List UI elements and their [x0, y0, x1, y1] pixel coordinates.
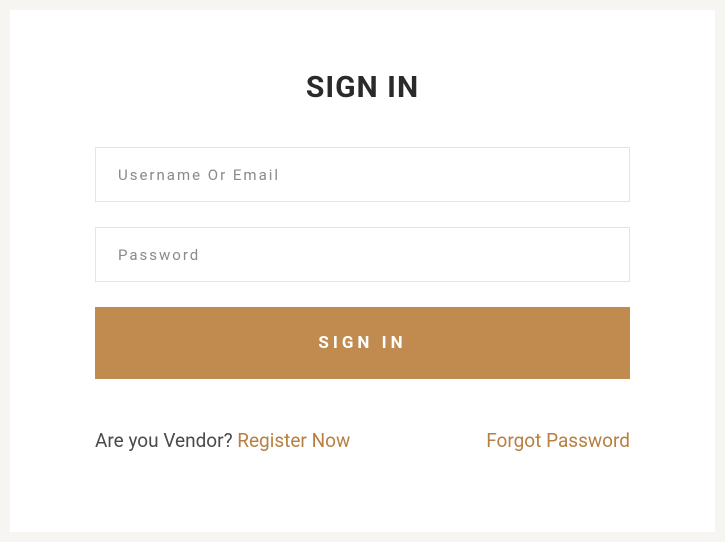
password-input[interactable] [95, 227, 630, 282]
forgot-password-link[interactable]: Forgot Password [486, 429, 630, 452]
vendor-prompt-group: Are you Vendor? Register Now [95, 429, 350, 452]
register-link[interactable]: Register Now [237, 429, 350, 452]
signin-card: SIGN IN SIGN IN Are you Vendor? Register… [10, 10, 715, 532]
page-title: SIGN IN [95, 70, 630, 105]
vendor-prompt-text: Are you Vendor? [95, 429, 237, 452]
footer-row: Are you Vendor? Register Now Forgot Pass… [95, 429, 630, 452]
signin-button[interactable]: SIGN IN [95, 307, 630, 379]
page-wrapper: SIGN IN SIGN IN Are you Vendor? Register… [0, 0, 725, 542]
username-input[interactable] [95, 147, 630, 202]
